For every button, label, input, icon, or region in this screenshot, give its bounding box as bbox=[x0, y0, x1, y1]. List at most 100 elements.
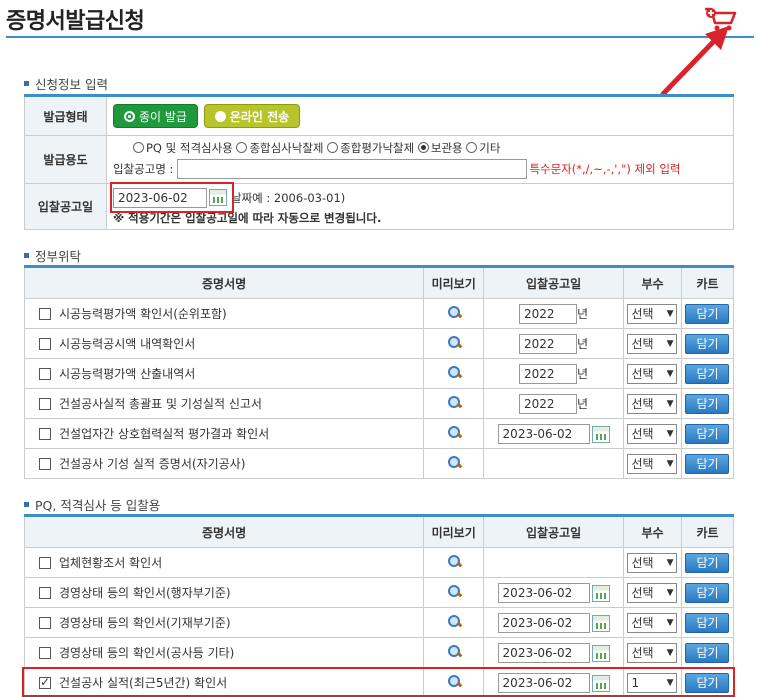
table-row: 건설공사 기성 실적 증명서(자기공사) 선택 ▼ 담기 bbox=[23, 448, 735, 479]
magnifier-icon[interactable] bbox=[447, 395, 461, 409]
qty-select[interactable]: 선택 ▼ bbox=[627, 453, 678, 474]
cert-checkbox[interactable] bbox=[39, 647, 51, 659]
magnifier-icon[interactable] bbox=[447, 644, 461, 658]
cert-name: 경영상태 등의 확인서(공사등 기타) bbox=[59, 646, 235, 660]
date-input[interactable]: 2023-06-02 bbox=[497, 582, 590, 603]
cart-cell: 담기 bbox=[680, 358, 735, 389]
magnifier-icon[interactable] bbox=[447, 614, 461, 628]
cert-checkbox[interactable] bbox=[39, 338, 51, 350]
cert-name-cell: 경영상태 등의 확인서(기재부기준) bbox=[23, 607, 425, 638]
year-input[interactable]: 2022 bbox=[519, 303, 578, 324]
add-to-cart-button[interactable]: 담기 bbox=[685, 303, 730, 324]
col-header-preview: 미리보기 bbox=[423, 266, 485, 299]
cart-cell: 담기 bbox=[680, 388, 735, 419]
cert-checkbox[interactable] bbox=[39, 587, 51, 599]
cert-name: 시공능력평가액 산출내역서 bbox=[59, 367, 196, 381]
qty-value: 선택 bbox=[631, 307, 654, 321]
qty-select[interactable]: 선택 ▼ bbox=[627, 333, 678, 354]
chevron-down-icon: ▼ bbox=[666, 308, 674, 319]
notice-name-input[interactable] bbox=[177, 159, 528, 179]
magnifier-icon[interactable] bbox=[447, 305, 461, 319]
qty-select[interactable]: 선택 ▼ bbox=[627, 642, 678, 663]
cert-checkbox[interactable] bbox=[39, 617, 51, 629]
add-to-cart-button[interactable]: 담기 bbox=[685, 453, 730, 474]
add-to-cart-button[interactable]: 담기 bbox=[685, 582, 730, 603]
cert-name-cell: 시공능력평가액 산출내역서 bbox=[23, 358, 425, 389]
date-cell bbox=[483, 448, 624, 479]
date-cell: 2023-06-02 bbox=[483, 418, 624, 449]
date-input[interactable]: 2023-06-02 bbox=[497, 612, 590, 633]
add-to-cart-button[interactable]: 담기 bbox=[685, 333, 730, 354]
section-label-pq: PQ, 적격심사 등 입찰용 bbox=[24, 495, 160, 514]
date-cell: 2023-06-02 bbox=[483, 607, 624, 638]
table-row: 건설업자간 상호협력실적 평가결과 확인서 2023-06-02 선택 ▼ 담기 bbox=[23, 418, 735, 449]
qty-select[interactable]: 선택 ▼ bbox=[627, 423, 678, 444]
preview-cell bbox=[423, 607, 485, 638]
chevron-down-icon: ▼ bbox=[666, 428, 674, 439]
cart-cell: 담기 bbox=[680, 607, 735, 638]
col-header-name: 증명서명 bbox=[23, 515, 425, 548]
cart-cell: 담기 bbox=[680, 328, 735, 359]
magnifier-icon[interactable] bbox=[447, 365, 461, 379]
add-to-cart-button[interactable]: 담기 bbox=[685, 612, 730, 633]
purpose-radio-3[interactable] bbox=[417, 142, 429, 153]
qty-cell: 선택 ▼ bbox=[623, 358, 682, 389]
magnifier-icon[interactable] bbox=[447, 335, 461, 349]
col-header-preview: 미리보기 bbox=[423, 515, 485, 548]
add-to-cart-button[interactable]: 담기 bbox=[685, 552, 730, 573]
qty-select[interactable]: 선택 ▼ bbox=[627, 393, 678, 414]
preview-cell bbox=[423, 418, 485, 449]
qty-select[interactable]: 선택 ▼ bbox=[627, 612, 678, 633]
qty-value: 선택 bbox=[631, 616, 654, 630]
preview-cell bbox=[423, 547, 485, 578]
preview-cell bbox=[423, 298, 485, 329]
cert-checkbox[interactable] bbox=[39, 557, 51, 569]
purpose-radio-2[interactable] bbox=[327, 142, 339, 153]
year-unit: 년 bbox=[577, 366, 589, 381]
calendar-icon[interactable] bbox=[591, 644, 610, 662]
gov-cert-table: 증명서명 미리보기 입찰공고일 부수 카트 시공능력평가액 확인서(순위포함) 2… bbox=[23, 265, 735, 479]
calendar-icon[interactable] bbox=[591, 425, 610, 443]
qty-select[interactable]: 선택 ▼ bbox=[627, 582, 678, 603]
cert-name: 시공능력평가액 확인서(순위포함) bbox=[59, 307, 227, 321]
calendar-icon[interactable] bbox=[591, 584, 610, 602]
add-to-cart-button[interactable]: 담기 bbox=[685, 363, 730, 384]
add-to-cart-button[interactable]: 담기 bbox=[685, 423, 730, 444]
year-input[interactable]: 2022 bbox=[519, 363, 578, 384]
year-input[interactable]: 2022 bbox=[519, 393, 578, 414]
date-input[interactable]: 2023-06-02 bbox=[497, 642, 590, 663]
qty-select[interactable]: 선택 ▼ bbox=[627, 363, 678, 384]
qty-select[interactable]: 선택 ▼ bbox=[627, 303, 678, 324]
online-send-button[interactable]: 온라인 전송 bbox=[203, 104, 301, 128]
add-to-cart-button[interactable]: 담기 bbox=[685, 393, 730, 414]
paper-issue-button[interactable]: 종이 발급 bbox=[113, 104, 198, 128]
cart-cell: 담기 bbox=[680, 547, 735, 578]
notice-row: 입찰공고명 : 특수문자(*,/,~,-,',") 제외 입력 bbox=[113, 159, 733, 179]
magnifier-icon[interactable] bbox=[447, 554, 461, 568]
cert-checkbox[interactable] bbox=[39, 368, 51, 380]
cert-checkbox[interactable] bbox=[39, 308, 51, 320]
purpose-radio-4[interactable] bbox=[466, 142, 478, 153]
cert-name-cell: 시공능력공시액 내역확인서 bbox=[23, 328, 425, 359]
purpose-radio-1[interactable] bbox=[236, 142, 248, 153]
add-to-cart-button[interactable]: 담기 bbox=[685, 642, 730, 663]
qty-select[interactable]: 선택 ▼ bbox=[627, 552, 678, 573]
magnifier-icon[interactable] bbox=[447, 425, 461, 439]
calendar-icon[interactable] bbox=[591, 614, 610, 632]
cert-checkbox[interactable] bbox=[39, 428, 51, 440]
preview-cell bbox=[423, 388, 485, 419]
purpose-radio-0[interactable] bbox=[133, 142, 144, 153]
cert-name: 경영상태 등의 확인서(기재부기준) bbox=[59, 616, 231, 630]
qty-cell: 선택 ▼ bbox=[623, 577, 682, 608]
notice-label: 입찰공고명 : bbox=[113, 162, 174, 176]
table-row: 시공능력평가액 산출내역서 2022 년 선택 ▼ 담기 bbox=[23, 358, 735, 389]
year-input[interactable]: 2022 bbox=[519, 333, 578, 354]
table-row: 경영상태 등의 확인서(기재부기준) 2023-06-02 선택 ▼ 담기 bbox=[23, 607, 735, 638]
cert-checkbox[interactable] bbox=[39, 398, 51, 410]
date-input[interactable]: 2023-06-02 bbox=[497, 423, 590, 444]
radio-selected-icon bbox=[124, 110, 135, 122]
magnifier-icon[interactable] bbox=[447, 455, 461, 469]
purpose-options: PQ 및 적격심사용 종합심사낙찰제 종합평가낙찰제 보관용 기타 bbox=[113, 140, 733, 156]
cert-checkbox[interactable] bbox=[39, 458, 51, 470]
magnifier-icon[interactable] bbox=[447, 584, 461, 598]
